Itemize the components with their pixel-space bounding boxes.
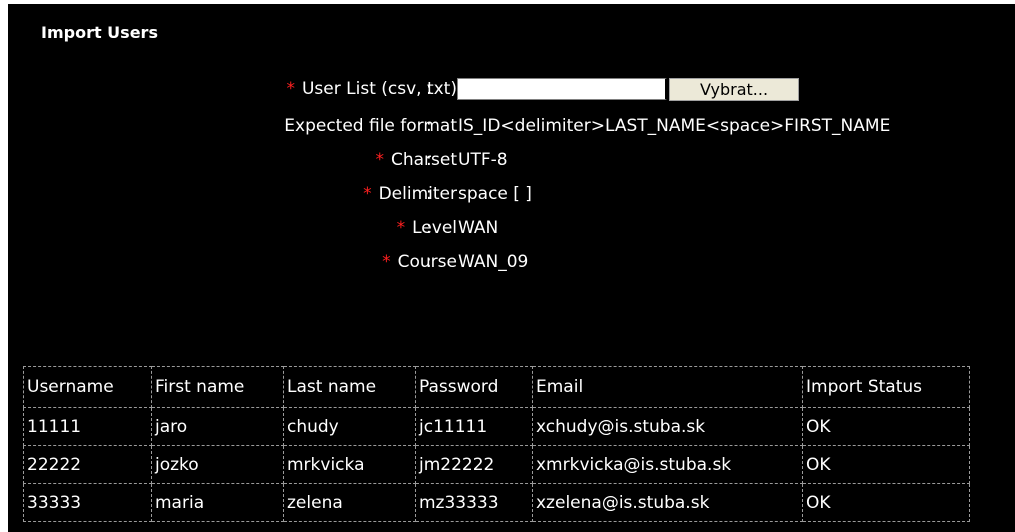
- colon: :: [426, 116, 432, 136]
- table-row: 33333 maria zelena mz33333 xzelena@is.st…: [23, 483, 970, 522]
- column-header-password: Password: [415, 366, 533, 408]
- column-header-first-name: First name: [151, 366, 284, 408]
- password-cell: jc11111: [415, 407, 533, 446]
- last-name-cell: mrkvicka: [283, 445, 416, 484]
- username-cell: 22222: [23, 445, 152, 484]
- first-name-cell: jaro: [151, 407, 284, 446]
- email-cell: xzelena@is.stuba.sk: [532, 483, 803, 522]
- password-cell: jm22222: [415, 445, 533, 484]
- charset-label: * Charset: [375, 150, 457, 170]
- colon: :: [426, 252, 432, 272]
- import-users-panel: Import Users * User List (csv, txt) : Vyb…: [8, 4, 1015, 532]
- colon: :: [426, 150, 432, 170]
- first-name-cell: maria: [151, 483, 284, 522]
- level-value: WAN: [458, 218, 499, 238]
- table-header-row: Username First name Last name Password E…: [23, 366, 970, 408]
- charset-value: UTF-8: [458, 150, 508, 170]
- column-header-email: Email: [532, 366, 803, 408]
- import-status-cell: OK: [802, 445, 970, 484]
- table-row: 11111 jaro chudy jc11111 xchudy@is.stuba…: [23, 407, 970, 446]
- browse-button[interactable]: Vybrat...: [669, 78, 799, 101]
- level-row: * Level : WAN: [8, 215, 1015, 241]
- course-value: WAN_09: [458, 252, 529, 272]
- course-label: * Course: [382, 252, 457, 272]
- email-cell: xchudy@is.stuba.sk: [532, 407, 803, 446]
- email-cell: xmrkvicka@is.stuba.sk: [532, 445, 803, 484]
- colon: :: [426, 79, 432, 99]
- password-cell: mz33333: [415, 483, 533, 522]
- required-marker: *: [382, 252, 391, 272]
- required-marker: *: [363, 184, 372, 204]
- column-header-username: Username: [23, 366, 152, 408]
- file-format-value: IS_ID<delimiter>LAST_NAME<space>FIRST_NA…: [458, 116, 891, 136]
- username-cell: 11111: [23, 407, 152, 446]
- column-header-last-name: Last name: [283, 366, 416, 408]
- page-title: Import Users: [41, 23, 158, 42]
- colon: :: [426, 218, 432, 238]
- column-header-import-status: Import Status: [802, 366, 970, 408]
- required-marker: *: [396, 218, 406, 238]
- delimiter-label: * Delimiter: [363, 184, 457, 204]
- course-row: * Course : WAN_09: [8, 249, 1015, 275]
- table-row: 22222 jozko mrkvicka jm22222 xmrkvicka@i…: [23, 445, 970, 484]
- import-status-cell: OK: [802, 483, 970, 522]
- charset-row: * Charset : UTF-8: [8, 147, 1015, 173]
- delimiter-value: space [ ]: [458, 184, 532, 204]
- username-cell: 33333: [23, 483, 152, 522]
- import-status-cell: OK: [802, 407, 970, 446]
- imported-users-table: Username First name Last name Password E…: [23, 366, 970, 522]
- file-format-row: Expected file format : IS_ID<delimiter>L…: [8, 113, 1015, 139]
- required-marker: *: [286, 79, 295, 99]
- last-name-cell: chudy: [283, 407, 416, 446]
- delimiter-row: * Delimiter : space [ ]: [8, 181, 1015, 207]
- required-marker: *: [375, 150, 384, 170]
- colon: :: [426, 184, 432, 204]
- first-name-cell: jozko: [151, 445, 284, 484]
- last-name-cell: zelena: [283, 483, 416, 522]
- user-list-file-input[interactable]: [457, 78, 667, 100]
